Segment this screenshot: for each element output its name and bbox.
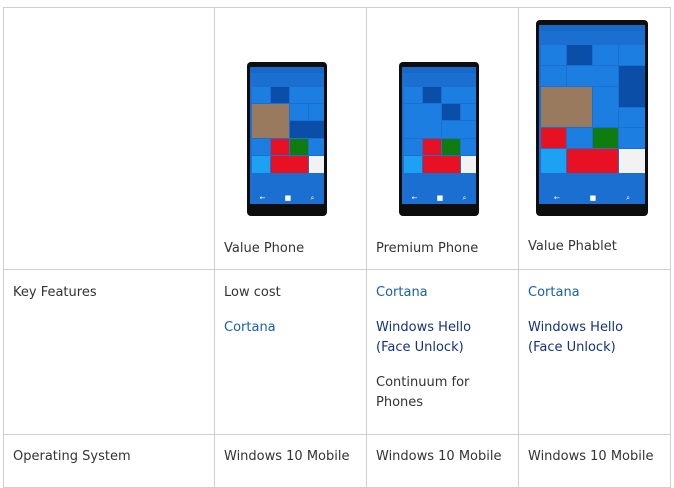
tile-grid [541, 45, 645, 200]
phone-screen: ← ■ ⌕ [539, 25, 645, 204]
status-bar [250, 67, 324, 73]
value-phone-features: Low cost Cortana [214, 269, 367, 435]
premium-phone-image: ← ■ ⌕ [399, 62, 479, 216]
search-icon: ⌕ [310, 194, 315, 202]
amazon-tile [619, 149, 645, 173]
twitter-tile [404, 156, 422, 173]
tile [619, 66, 645, 107]
search-icon: ⌕ [626, 194, 631, 202]
xbox-tile [593, 128, 618, 148]
feature-continuum: Continuum for Phones [376, 375, 470, 410]
search-icon: ⌕ [462, 194, 467, 202]
status-bar [402, 67, 476, 73]
value-phablet-image: ← ■ ⌕ [536, 20, 648, 216]
tile [541, 45, 566, 65]
nav-bar: ← ■ ⌕ [402, 194, 476, 202]
tile [404, 87, 422, 103]
tile [309, 104, 324, 120]
header-empty-cell [3, 7, 215, 270]
photo-tile [541, 87, 592, 127]
tile [423, 139, 441, 155]
nav-bar: ← ■ ⌕ [250, 194, 324, 202]
xbox-tile [442, 139, 460, 155]
tile [619, 108, 645, 127]
tile [290, 104, 308, 120]
tile [290, 87, 324, 103]
feature-low-cost: Low cost [224, 285, 281, 300]
row-label-operating-system: Operating System [3, 434, 215, 488]
flipboard-tile [567, 149, 618, 173]
tile [461, 104, 476, 120]
phone-screen: ← ■ ⌕ [250, 67, 324, 204]
flipboard-tile [271, 156, 308, 173]
header-row: ← ■ ⌕ Value Phone ← ■ ⌕ Premium Phone ← … [3, 7, 671, 270]
tile [252, 87, 270, 103]
device-comparison-table: ← ■ ⌕ Value Phone ← ■ ⌕ Premium Phone ← … [3, 7, 671, 488]
tile [290, 121, 324, 138]
tile [541, 128, 566, 148]
tile [567, 45, 592, 65]
tile [567, 66, 618, 86]
amazon-tile [461, 156, 476, 173]
tile [442, 121, 476, 138]
feature-windows-hello-link[interactable]: Windows Hello (Face Unlock) [376, 318, 509, 358]
flipboard-tile [423, 156, 460, 173]
tile [461, 139, 476, 155]
tile [593, 45, 618, 65]
os-value-phone: Windows 10 Mobile [214, 434, 367, 488]
tile [541, 66, 566, 86]
tile [423, 87, 441, 103]
windows-icon: ■ [589, 194, 597, 202]
back-icon: ← [553, 194, 560, 202]
twitter-tile [252, 156, 270, 173]
device-label-value-phone: Value Phone [224, 241, 305, 256]
tile [309, 139, 324, 155]
tile [404, 104, 441, 138]
amazon-tile [309, 156, 324, 173]
row-label-key-features: Key Features [3, 269, 215, 435]
device-label-value-phablet: Value Phablet [528, 239, 617, 254]
tile [442, 87, 476, 103]
phone-screen: ← ■ ⌕ [402, 67, 476, 204]
tile-grid [252, 87, 324, 200]
value-phablet-features: Cortana Windows Hello (Face Unlock) [518, 269, 671, 435]
value-phone-cell: ← ■ ⌕ Value Phone [214, 7, 367, 270]
back-icon: ← [259, 194, 266, 202]
tile-grid [404, 87, 476, 200]
tile [271, 139, 289, 155]
feature-cortana-link[interactable]: Cortana [528, 283, 661, 303]
windows-icon: ■ [436, 194, 444, 202]
tile [619, 45, 645, 65]
premium-phone-cell: ← ■ ⌕ Premium Phone [366, 7, 519, 270]
back-icon: ← [411, 194, 418, 202]
tile [404, 139, 422, 155]
status-bar [539, 25, 645, 31]
tile [593, 87, 618, 127]
device-label-premium-phone: Premium Phone [376, 241, 479, 256]
tile [567, 128, 592, 148]
os-value-phablet: Windows 10 Mobile [518, 434, 671, 488]
feature-cortana-link[interactable]: Cortana [224, 318, 357, 338]
tile [252, 139, 270, 155]
windows-icon: ■ [284, 194, 292, 202]
premium-phone-features: Cortana Windows Hello (Face Unlock) Cont… [366, 269, 519, 435]
key-features-row: Key Features Low cost Cortana Cortana Wi… [3, 269, 671, 435]
nav-bar: ← ■ ⌕ [539, 194, 645, 202]
operating-system-row: Operating System Windows 10 Mobile Windo… [3, 434, 671, 488]
tile [271, 87, 289, 103]
tile [442, 104, 460, 120]
twitter-tile [541, 149, 566, 173]
tile [619, 128, 645, 148]
xbox-tile [290, 139, 308, 155]
value-phone-image: ← ■ ⌕ [247, 62, 327, 216]
feature-cortana-link[interactable]: Cortana [376, 283, 509, 303]
feature-windows-hello-link[interactable]: Windows Hello (Face Unlock) [528, 318, 661, 358]
photo-tile [252, 104, 289, 138]
value-phablet-cell: ← ■ ⌕ Value Phablet [518, 7, 671, 270]
os-premium-phone: Windows 10 Mobile [366, 434, 519, 488]
